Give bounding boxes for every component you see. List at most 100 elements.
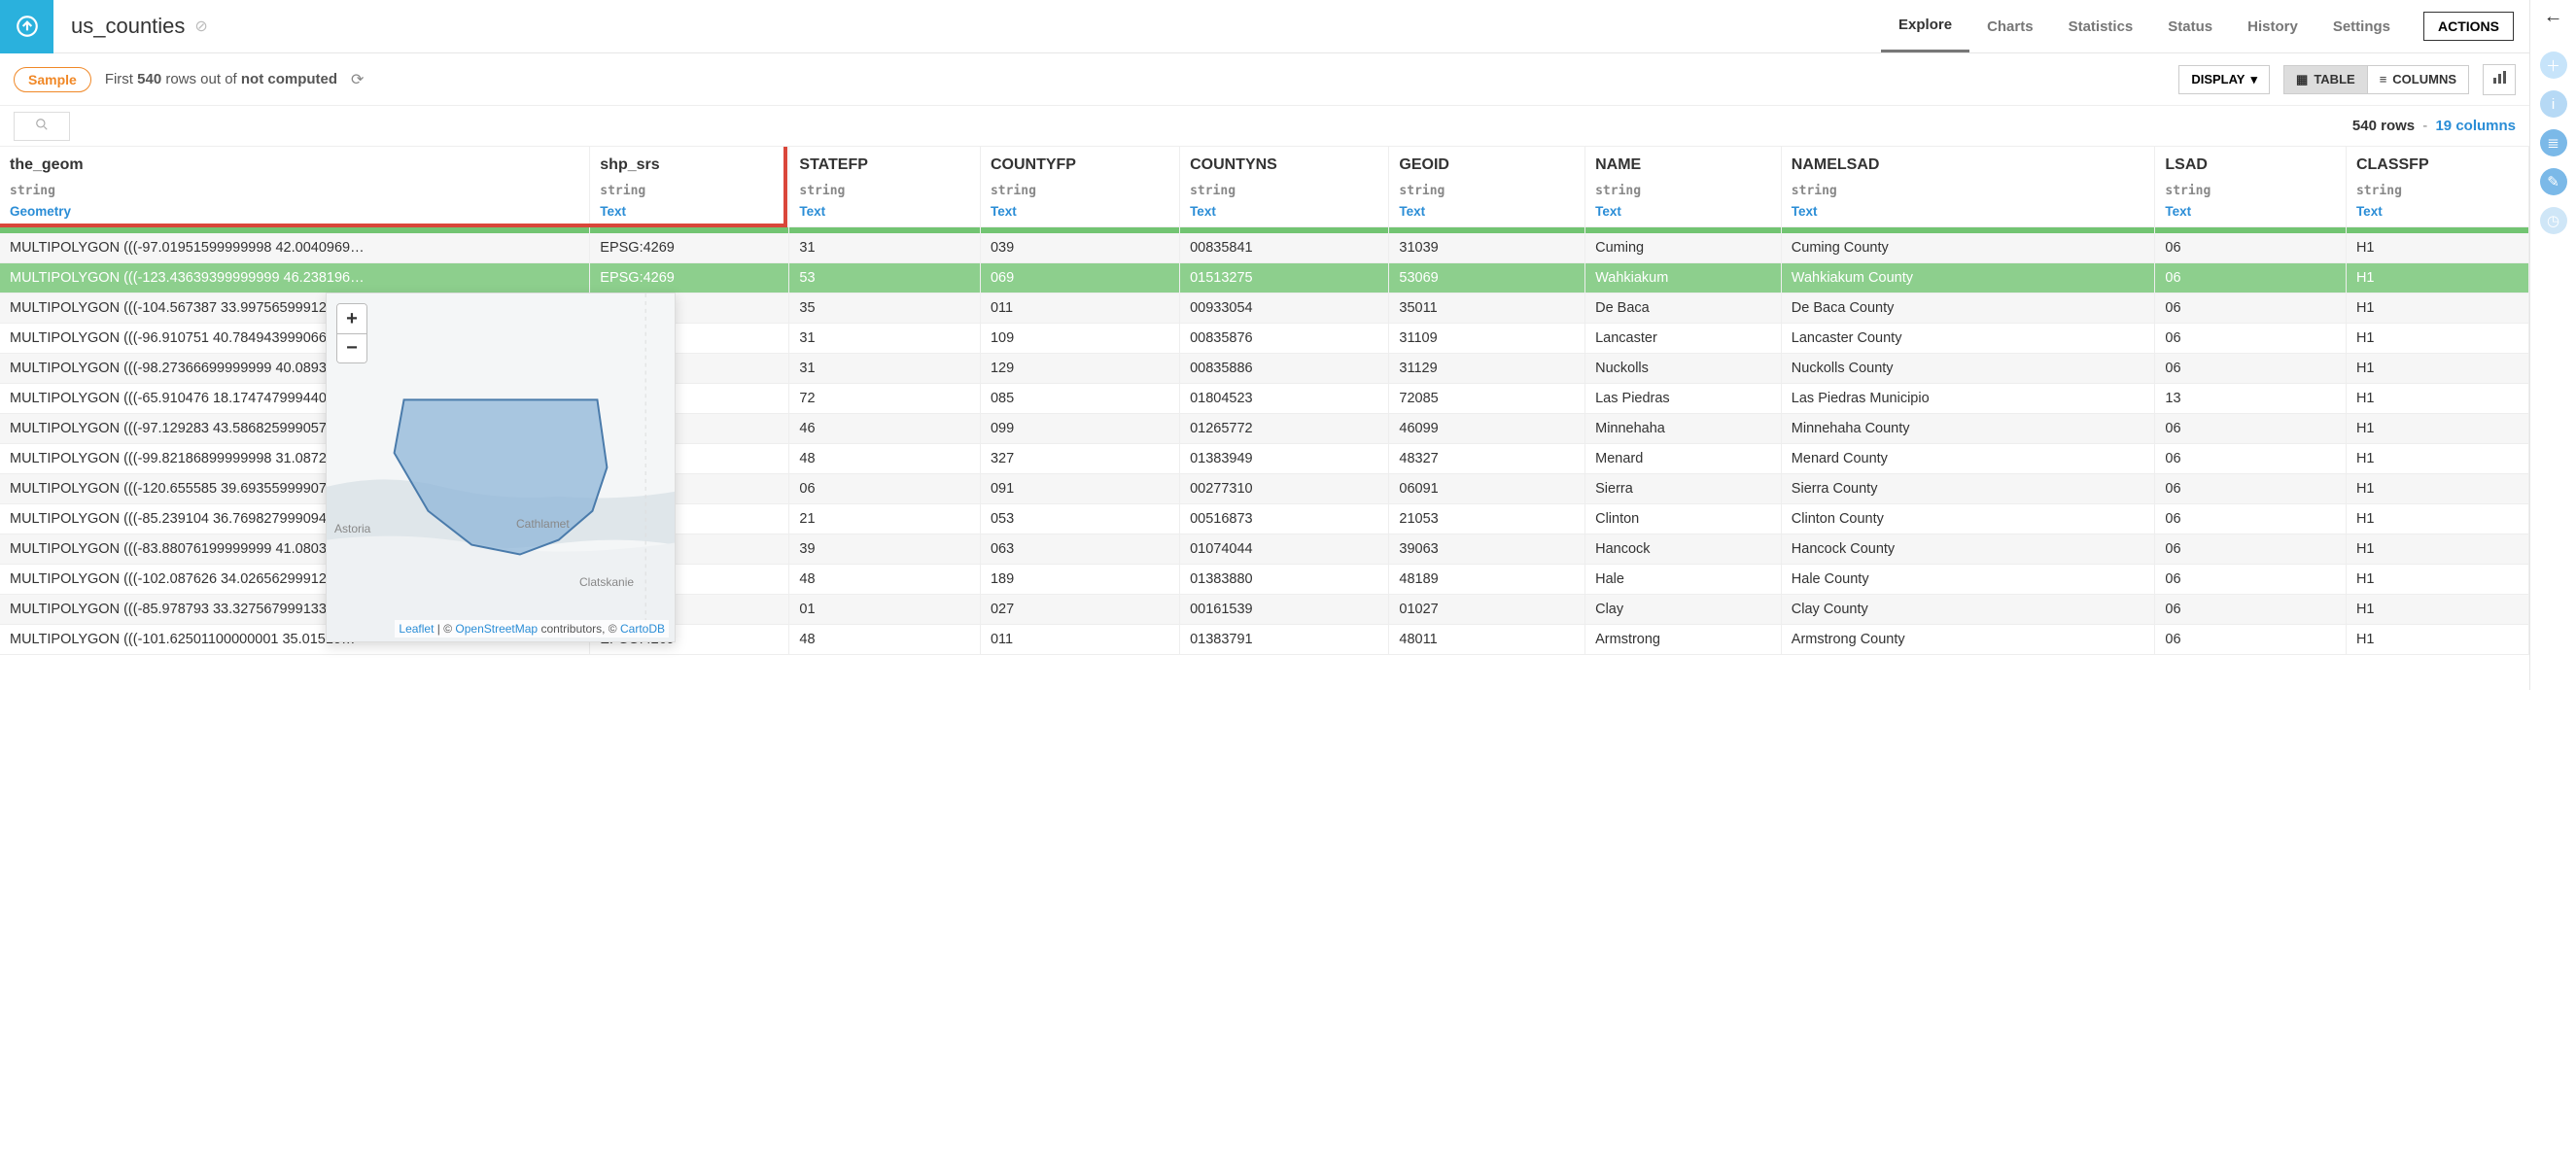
leaflet-link[interactable]: Leaflet xyxy=(399,622,434,636)
cell-name[interactable]: Armstrong xyxy=(1585,624,1782,654)
cell-lsad[interactable]: 06 xyxy=(2155,473,2347,503)
col-header-countyns[interactable]: COUNTYNSstringText xyxy=(1180,147,1389,227)
col-header-countyfp[interactable]: COUNTYFPstringText xyxy=(980,147,1179,227)
cell-lsad[interactable]: 06 xyxy=(2155,594,2347,624)
cell-geoid[interactable]: 48327 xyxy=(1389,443,1585,473)
cell-countyns[interactable]: 00835886 xyxy=(1180,353,1389,383)
zoom-in-button[interactable]: + xyxy=(337,304,366,333)
cell-namelsad[interactable]: Nuckolls County xyxy=(1781,353,2155,383)
cell-lsad[interactable]: 06 xyxy=(2155,413,2347,443)
cell-geoid[interactable]: 01027 xyxy=(1389,594,1585,624)
cell-countyns[interactable]: 01513275 xyxy=(1180,262,1389,293)
cell-namelsad[interactable]: Cuming County xyxy=(1781,233,2155,263)
cell-name[interactable]: Menard xyxy=(1585,443,1782,473)
tab-history[interactable]: History xyxy=(2230,0,2315,52)
col-meaning[interactable]: Text xyxy=(600,204,779,219)
cell-geoid[interactable]: 39063 xyxy=(1389,534,1585,564)
cell-namelsad[interactable]: Hale County xyxy=(1781,564,2155,594)
cell-county[interactable]: 027 xyxy=(980,594,1179,624)
cell-lsad[interactable]: 06 xyxy=(2155,534,2347,564)
rail-discuss-icon[interactable]: ✎ xyxy=(2540,168,2567,195)
sample-chip[interactable]: Sample xyxy=(14,67,91,92)
col-meaning[interactable]: Text xyxy=(799,204,970,219)
cell-countyns[interactable]: 00933054 xyxy=(1180,293,1389,323)
cell-geom[interactable]: MULTIPOLYGON (((-123.43639399999999 46.2… xyxy=(0,262,590,293)
cell-lsad[interactable]: 06 xyxy=(2155,624,2347,654)
tab-status[interactable]: Status xyxy=(2150,0,2230,52)
cell-name[interactable]: Nuckolls xyxy=(1585,353,1782,383)
seg-columns[interactable]: ≡ COLUMNS xyxy=(2367,66,2468,93)
cell-lsad[interactable]: 06 xyxy=(2155,293,2347,323)
rail-add-icon[interactable]: ＋ xyxy=(2540,52,2567,79)
cell-name[interactable]: Lancaster xyxy=(1585,323,1782,353)
cell-classfp[interactable]: H1 xyxy=(2346,503,2528,534)
col-header-statefp[interactable]: STATEFPstringText xyxy=(789,147,981,227)
cell-name[interactable]: Clay xyxy=(1585,594,1782,624)
chart-icon-button[interactable] xyxy=(2483,64,2516,95)
cell-geoid[interactable]: 46099 xyxy=(1389,413,1585,443)
cell-namelsad[interactable]: Clay County xyxy=(1781,594,2155,624)
cell-namelsad[interactable]: Clinton County xyxy=(1781,503,2155,534)
cell-name[interactable]: Cuming xyxy=(1585,233,1782,263)
col-header-classfp[interactable]: CLASSFPstringText xyxy=(2346,147,2528,227)
cell-county[interactable]: 129 xyxy=(980,353,1179,383)
cell-state[interactable]: 39 xyxy=(789,534,981,564)
cell-state[interactable]: 06 xyxy=(789,473,981,503)
col-meaning[interactable]: Text xyxy=(2356,204,2519,219)
cell-classfp[interactable]: H1 xyxy=(2346,353,2528,383)
col-meaning[interactable]: Text xyxy=(2165,204,2336,219)
back-arrow-icon[interactable]: ← xyxy=(2544,6,2563,28)
cell-classfp[interactable]: H1 xyxy=(2346,564,2528,594)
cell-srs[interactable]: EPSG:4269 xyxy=(590,233,789,263)
cell-name[interactable]: Hancock xyxy=(1585,534,1782,564)
cell-classfp[interactable]: H1 xyxy=(2346,413,2528,443)
map-canvas[interactable] xyxy=(327,293,675,641)
cell-lsad[interactable]: 06 xyxy=(2155,443,2347,473)
cell-countyns[interactable]: 01074044 xyxy=(1180,534,1389,564)
brand-logo[interactable] xyxy=(0,0,53,53)
cell-geoid[interactable]: 72085 xyxy=(1389,383,1585,413)
col-header-shp_srs[interactable]: shp_srsstringText xyxy=(590,147,789,227)
cell-county[interactable]: 069 xyxy=(980,262,1179,293)
cell-county[interactable]: 085 xyxy=(980,383,1179,413)
col-meaning[interactable]: Text xyxy=(1399,204,1575,219)
tab-charts[interactable]: Charts xyxy=(1969,0,2051,52)
col-header-geoid[interactable]: GEOIDstringText xyxy=(1389,147,1585,227)
cell-classfp[interactable]: H1 xyxy=(2346,624,2528,654)
cell-name[interactable]: Sierra xyxy=(1585,473,1782,503)
col-meaning[interactable]: Text xyxy=(991,204,1169,219)
cell-countyns[interactable]: 00835876 xyxy=(1180,323,1389,353)
cell-county[interactable]: 099 xyxy=(980,413,1179,443)
actions-button[interactable]: ACTIONS xyxy=(2423,12,2514,41)
cell-county[interactable]: 109 xyxy=(980,323,1179,353)
cell-state[interactable]: 35 xyxy=(789,293,981,323)
cell-classfp[interactable]: H1 xyxy=(2346,233,2528,263)
cell-classfp[interactable]: H1 xyxy=(2346,383,2528,413)
cell-namelsad[interactable]: Hancock County xyxy=(1781,534,2155,564)
cell-geoid[interactable]: 35011 xyxy=(1389,293,1585,323)
cell-geoid[interactable]: 06091 xyxy=(1389,473,1585,503)
cell-classfp[interactable]: H1 xyxy=(2346,323,2528,353)
tab-explore[interactable]: Explore xyxy=(1881,0,1969,52)
col-header-lsad[interactable]: LSADstringText xyxy=(2155,147,2347,227)
cell-countyns[interactable]: 01383949 xyxy=(1180,443,1389,473)
table-wrap[interactable]: the_geomstringGeometryshp_srsstringTextS… xyxy=(0,147,2529,690)
cell-namelsad[interactable]: Minnehaha County xyxy=(1781,413,2155,443)
cell-namelsad[interactable]: Sierra County xyxy=(1781,473,2155,503)
display-button[interactable]: DISPLAY ▾ xyxy=(2178,65,2270,94)
refresh-icon[interactable]: ⟳ xyxy=(351,70,364,89)
cell-state[interactable]: 48 xyxy=(789,564,981,594)
cell-namelsad[interactable]: De Baca County xyxy=(1781,293,2155,323)
cell-namelsad[interactable]: Menard County xyxy=(1781,443,2155,473)
cell-county[interactable]: 011 xyxy=(980,624,1179,654)
cell-geoid[interactable]: 31129 xyxy=(1389,353,1585,383)
cell-name[interactable]: Hale xyxy=(1585,564,1782,594)
cell-lsad[interactable]: 06 xyxy=(2155,262,2347,293)
cell-namelsad[interactable]: Wahkiakum County xyxy=(1781,262,2155,293)
rail-stack-icon[interactable]: ≣ xyxy=(2540,129,2567,156)
table-row[interactable]: MULTIPOLYGON (((-123.43639399999999 46.2… xyxy=(0,262,2529,293)
col-header-namelsad[interactable]: NAMELSADstringText xyxy=(1781,147,2155,227)
cell-classfp[interactable]: H1 xyxy=(2346,534,2528,564)
zoom-out-button[interactable]: − xyxy=(337,333,366,362)
tab-statistics[interactable]: Statistics xyxy=(2051,0,2151,52)
